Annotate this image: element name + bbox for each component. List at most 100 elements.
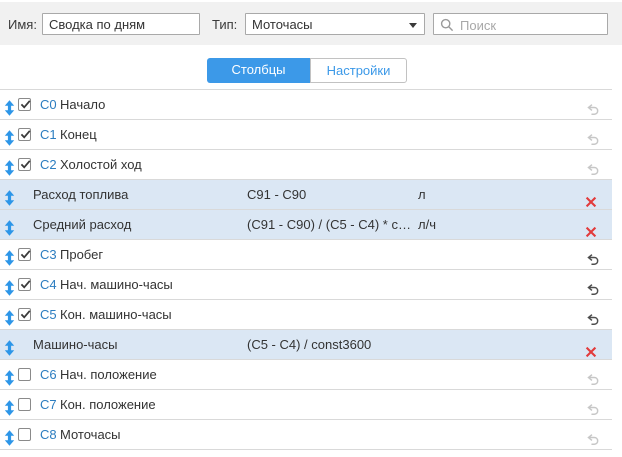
column-code: C7 xyxy=(40,390,57,419)
drag-handle-icon[interactable] xyxy=(4,247,15,263)
column-code: C2 xyxy=(40,150,57,179)
column-label: Кон. положение xyxy=(60,390,156,419)
check-icon xyxy=(19,248,32,261)
column-label: Нач. положение xyxy=(60,360,157,389)
undo-button[interactable] xyxy=(585,128,600,142)
table-row[interactable]: C3 Пробег xyxy=(0,239,612,269)
undo-icon xyxy=(585,253,600,267)
check-icon xyxy=(19,308,32,321)
column-label: Начало xyxy=(60,90,105,119)
column-formula: (C5 - C4) / const3600 xyxy=(247,330,371,359)
column-code: C8 xyxy=(40,420,57,449)
type-select[interactable]: Моточасы xyxy=(245,13,425,35)
search-icon xyxy=(440,18,454,32)
check-icon xyxy=(19,278,32,291)
table-row[interactable]: C1 Конец xyxy=(0,119,612,149)
table-row[interactable]: C7 Кон. положение xyxy=(0,389,612,419)
check-icon xyxy=(19,158,32,171)
close-icon xyxy=(585,196,597,208)
check-icon xyxy=(19,98,32,111)
undo-icon xyxy=(585,133,600,147)
tab-settings[interactable]: Настройки xyxy=(310,58,407,83)
table-row[interactable]: Расход топлива C91 - C90 л xyxy=(0,179,612,209)
drag-handle-icon[interactable] xyxy=(4,427,15,443)
column-checkbox[interactable] xyxy=(18,98,31,111)
column-label: Моточасы xyxy=(60,420,121,449)
check-icon xyxy=(19,128,32,141)
column-checkbox[interactable] xyxy=(18,368,31,381)
type-label: Тип: xyxy=(212,17,237,32)
close-icon xyxy=(585,346,597,358)
chevron-down-icon xyxy=(409,23,417,28)
drag-handle-icon[interactable] xyxy=(4,217,15,233)
undo-icon xyxy=(585,103,600,117)
search-box xyxy=(433,13,608,35)
undo-icon xyxy=(585,403,600,417)
type-select-value: Моточасы xyxy=(252,17,313,32)
drag-handle-icon[interactable] xyxy=(4,187,15,203)
close-icon xyxy=(585,226,597,238)
column-label: Нач. машино-часы xyxy=(60,270,173,299)
table-row[interactable]: Средний расход (C91 - C90) / (C5 - C4) *… xyxy=(0,209,612,239)
table-row[interactable]: C4 Нач. машино-часы xyxy=(0,269,612,299)
column-label: Холостой ход xyxy=(60,150,142,179)
toolbar: Имя: Тип: Моточасы xyxy=(0,2,622,45)
drag-handle-icon[interactable] xyxy=(4,277,15,293)
undo-icon xyxy=(585,283,600,297)
column-label: Конец xyxy=(60,120,97,149)
drag-handle-icon[interactable] xyxy=(4,127,15,143)
column-code: C1 xyxy=(40,120,57,149)
column-code: C0 xyxy=(40,90,57,119)
drag-handle-icon[interactable] xyxy=(4,157,15,173)
column-checkbox[interactable] xyxy=(18,428,31,441)
drag-handle-icon[interactable] xyxy=(4,367,15,383)
column-code: C3 xyxy=(40,240,57,269)
tab-columns[interactable]: Столбцы xyxy=(207,58,310,83)
table-row[interactable]: C6 Нач. положение xyxy=(0,359,612,389)
column-label: Средний расход xyxy=(33,210,131,239)
undo-button[interactable] xyxy=(585,278,600,292)
undo-button[interactable] xyxy=(585,98,600,112)
column-label: Расход топлива xyxy=(33,180,128,209)
column-checkbox[interactable] xyxy=(18,308,31,321)
undo-icon xyxy=(585,433,600,447)
column-checkbox[interactable] xyxy=(18,278,31,291)
undo-button[interactable] xyxy=(585,428,600,442)
column-code: C6 xyxy=(40,360,57,389)
drag-handle-icon[interactable] xyxy=(4,307,15,323)
delete-button[interactable] xyxy=(585,339,600,353)
column-formula: C91 - C90 xyxy=(247,180,306,209)
tab-bar: Столбцы Настройки xyxy=(207,58,407,83)
column-checkbox[interactable] xyxy=(18,128,31,141)
name-label: Имя: xyxy=(8,17,37,32)
column-label: Кон. машино-часы xyxy=(60,300,172,329)
report-name-input[interactable] xyxy=(42,13,200,35)
delete-button[interactable] xyxy=(585,219,600,233)
table-row[interactable]: C2 Холостой ход xyxy=(0,149,612,179)
columns-list: C0 Начало C1 Конец xyxy=(0,89,612,450)
column-label: Пробег xyxy=(60,240,103,269)
column-checkbox[interactable] xyxy=(18,158,31,171)
table-row[interactable]: Машино-часы (C5 - C4) / const3600 xyxy=(0,329,612,359)
column-checkbox[interactable] xyxy=(18,398,31,411)
drag-handle-icon[interactable] xyxy=(4,97,15,113)
column-code: C5 xyxy=(40,300,57,329)
delete-button[interactable] xyxy=(585,189,600,203)
column-unit: л/ч xyxy=(418,210,436,239)
search-input[interactable] xyxy=(458,15,606,35)
undo-button[interactable] xyxy=(585,248,600,262)
undo-icon xyxy=(585,313,600,327)
undo-button[interactable] xyxy=(585,398,600,412)
undo-button[interactable] xyxy=(585,308,600,322)
table-row[interactable]: C8 Моточасы xyxy=(0,419,612,449)
column-checkbox[interactable] xyxy=(18,248,31,261)
table-row[interactable]: C5 Кон. машино-часы xyxy=(0,299,612,329)
drag-handle-icon[interactable] xyxy=(4,397,15,413)
column-formula: (C91 - C90) / (C5 - C4) * con… xyxy=(247,210,415,239)
undo-button[interactable] xyxy=(585,158,600,172)
undo-button[interactable] xyxy=(585,368,600,382)
column-label: Машино-часы xyxy=(33,330,117,359)
table-row[interactable]: C0 Начало xyxy=(0,89,612,119)
column-unit: л xyxy=(418,180,426,209)
drag-handle-icon[interactable] xyxy=(4,337,15,353)
